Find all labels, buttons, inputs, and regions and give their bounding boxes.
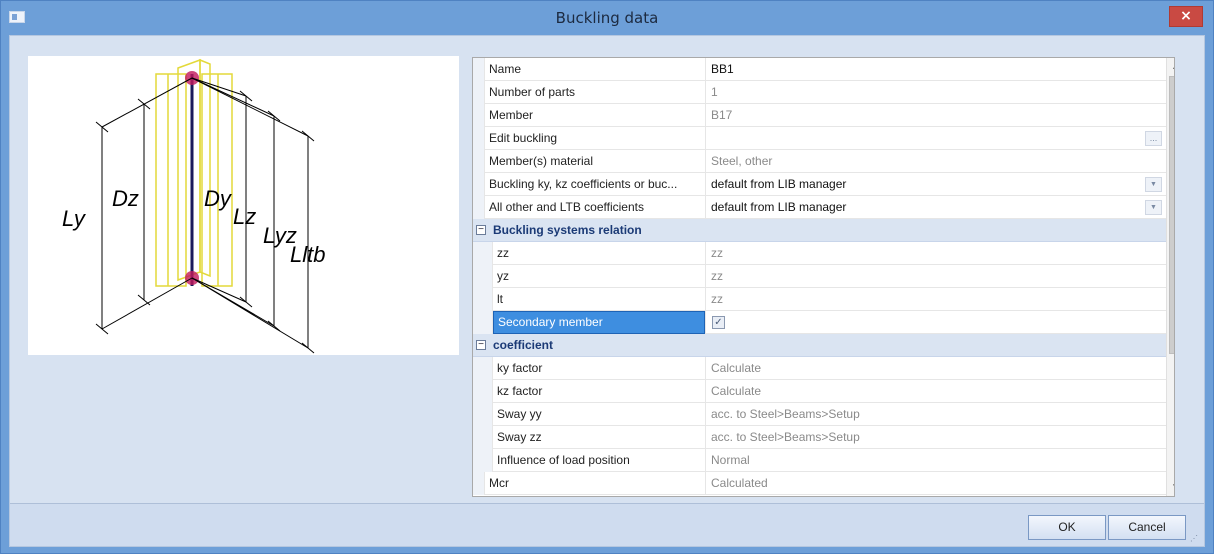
property-row-ltb-coefficients[interactable]: All other and LTB coefficients default f… (473, 196, 1166, 219)
chevron-down-icon[interactable]: ▼ (1145, 177, 1162, 192)
property-label: zz (497, 246, 509, 260)
secondary-member-cell: ✓ (705, 311, 1163, 334)
property-label: Sway yy (497, 407, 542, 421)
property-label: Sway zz (497, 430, 542, 444)
dialog-window: Buckling data × Ly Dz Dy Lz Lyz Lltb Nam… (0, 0, 1214, 554)
edit-buckling-value (705, 127, 1163, 150)
property-row-edit-buckling[interactable]: Edit buckling ... (473, 127, 1166, 150)
property-label: Member (489, 108, 534, 122)
chevron-down-icon[interactable]: ▼ (1145, 200, 1162, 215)
ky-factor-value: Calculate (705, 357, 1163, 380)
property-label-selected: Secondary member (493, 311, 705, 334)
sway-yy-value: acc. to Steel>Beams>Setup (705, 403, 1163, 426)
property-label: Influence of load position (497, 453, 630, 467)
buckling-preview: Ly Dz Dy Lz Lyz Lltb (28, 56, 459, 355)
kz-factor-value: Calculate (705, 380, 1163, 403)
property-label: Number of parts (489, 85, 576, 99)
zz-value: zz (705, 242, 1163, 265)
cancel-button[interactable]: Cancel (1108, 515, 1186, 540)
property-row-parts[interactable]: Number of parts 1 (473, 81, 1166, 104)
section-buckling-systems[interactable]: − Buckling systems relation (473, 219, 1166, 242)
ok-button[interactable]: OK (1028, 515, 1106, 540)
property-label: lt (497, 292, 503, 306)
property-label: Name (489, 62, 522, 76)
section-label: coefficient (493, 338, 554, 352)
dialog-title: Buckling data (555, 9, 659, 27)
property-row-mcr[interactable]: Mcr Calculated (473, 472, 1166, 495)
property-row-member[interactable]: Member B17 (473, 104, 1166, 127)
property-label: yz (497, 269, 509, 283)
label-lltb: Lltb (290, 242, 325, 267)
property-label: Buckling ky, kz coefficients or buc... (489, 177, 678, 191)
yz-value: zz (705, 265, 1163, 288)
property-row-buckling-coefficients[interactable]: Buckling ky, kz coefficients or buc... d… (473, 173, 1166, 196)
property-label: Edit buckling (489, 131, 558, 145)
secondary-member-checkbox[interactable]: ✓ (712, 316, 725, 329)
load-position-value: Normal (705, 449, 1163, 472)
vertical-scrollbar[interactable]: ▲ ▼ (1166, 58, 1174, 496)
property-label: All other and LTB coefficients (489, 200, 644, 214)
property-row-sway-yy[interactable]: Sway yy acc. to Steel>Beams>Setup (473, 403, 1166, 426)
property-row-name[interactable]: Name BB1 (473, 58, 1166, 81)
scroll-down-icon[interactable]: ▼ (1167, 479, 1174, 496)
sway-zz-value: acc. to Steel>Beams>Setup (705, 426, 1163, 449)
property-label: kz factor (497, 384, 543, 398)
property-row-zz[interactable]: zz zz (473, 242, 1166, 265)
ltb-coefficients-select[interactable]: default from LIB manager (705, 196, 1163, 219)
resize-grip-icon[interactable]: ⋰ (1190, 534, 1202, 546)
section-coefficient[interactable]: − coefficient (473, 334, 1166, 357)
close-button[interactable]: × (1169, 6, 1203, 27)
title-bar[interactable]: Buckling data × (1, 1, 1213, 35)
property-row-load-position[interactable]: Influence of load position Normal (473, 449, 1166, 472)
property-row-secondary-member[interactable]: Secondary member ✓ (473, 311, 1166, 334)
property-label: Member(s) material (489, 154, 594, 168)
button-bar: OK Cancel (10, 503, 1204, 546)
material-value: Steel, other (705, 150, 1163, 173)
label-dy: Dy (204, 186, 233, 211)
property-label: ky factor (497, 361, 543, 375)
property-row-kz-factor[interactable]: kz factor Calculate (473, 380, 1166, 403)
label-ly: Ly (62, 206, 87, 231)
edit-buckling-button[interactable]: ... (1145, 131, 1162, 146)
section-outline (155, 58, 233, 287)
label-lz: Lz (233, 204, 256, 229)
parts-value: 1 (705, 81, 1163, 104)
property-row-yz[interactable]: yz zz (473, 265, 1166, 288)
section-label: Buckling systems relation (493, 223, 642, 237)
property-row-ky-factor[interactable]: ky factor Calculate (473, 357, 1166, 380)
property-row-sway-zz[interactable]: Sway zz acc. to Steel>Beams>Setup (473, 426, 1166, 449)
member-drawing: Ly Dz Dy Lz Lyz Lltb (62, 58, 325, 354)
property-label: Mcr (489, 476, 509, 490)
buckling-coefficients-select[interactable]: default from LIB manager (705, 173, 1163, 196)
lt-value: zz (705, 288, 1163, 311)
label-dz: Dz (112, 186, 139, 211)
property-grid: Name BB1 Number of parts 1 Member B17 Ed… (472, 57, 1175, 497)
name-value[interactable]: BB1 (705, 58, 1163, 81)
collapse-icon[interactable]: − (476, 225, 486, 235)
mcr-value: Calculated (705, 472, 1163, 495)
dialog-body: Ly Dz Dy Lz Lyz Lltb Name BB1 Number of … (9, 35, 1205, 547)
scroll-up-icon[interactable]: ▲ (1167, 58, 1174, 75)
member-value: B17 (705, 104, 1163, 127)
property-row-material[interactable]: Member(s) material Steel, other (473, 150, 1166, 173)
collapse-icon[interactable]: − (476, 340, 486, 350)
scroll-thumb[interactable] (1169, 76, 1174, 354)
property-row-lt[interactable]: lt zz (473, 288, 1166, 311)
